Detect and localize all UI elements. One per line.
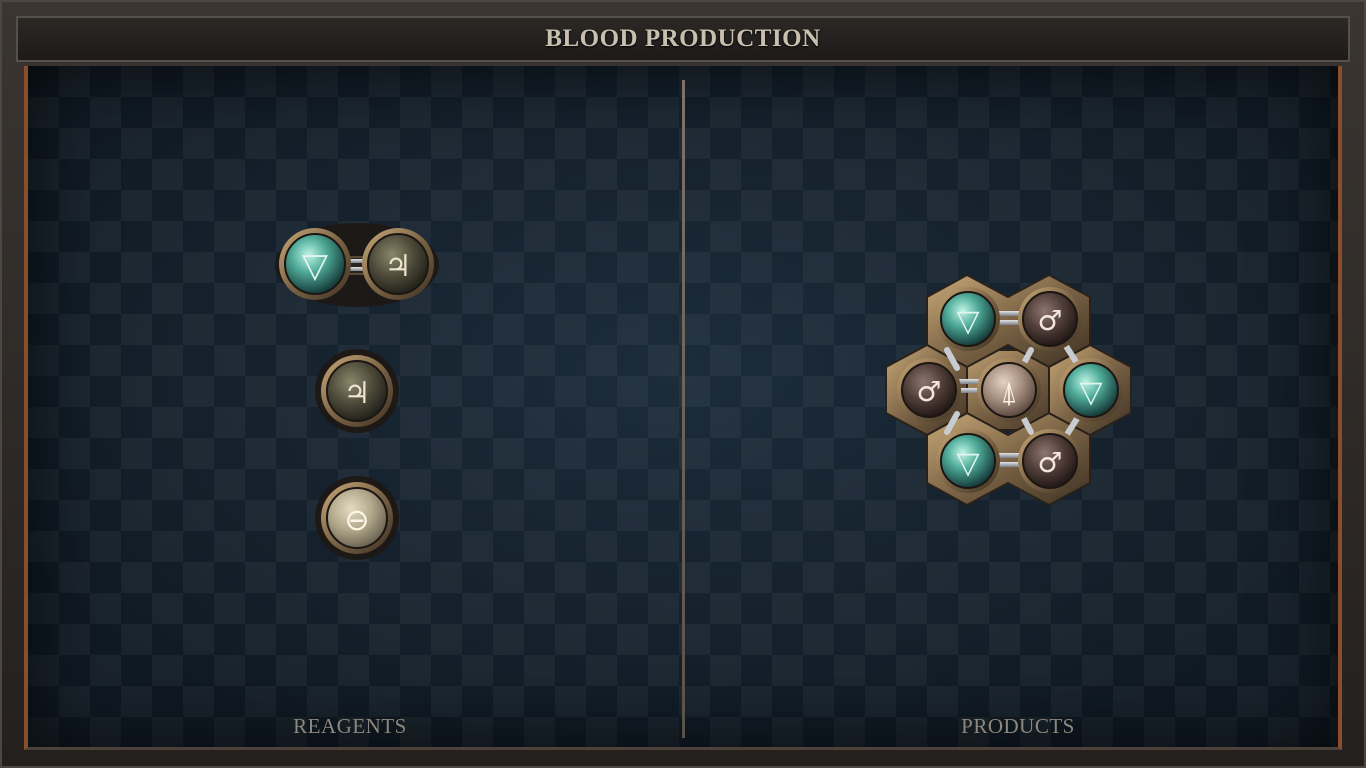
iron-mars-icon: ♂ — [916, 375, 941, 408]
water-triangle-icon: ▽ — [956, 446, 979, 481]
reagent-salt-molecule: ⊖ — [315, 476, 399, 560]
products-label: PRODUCTS — [961, 714, 1075, 738]
water-atom: ▽ — [279, 228, 351, 300]
salt-icon: ⊖ — [344, 503, 369, 538]
tin-atom: ♃ — [362, 228, 434, 300]
iron-mars-icon: ♂ — [1037, 446, 1062, 479]
water-triangle-icon: ▽ — [956, 304, 979, 339]
vitae-atom: ⍋ — [977, 358, 1041, 422]
water-triangle-icon: ▽ — [1079, 375, 1102, 410]
molecule-layer: ▽ ♃ ♃ ⊖ ⍋ ▽ ♂ ♂ ▽ ▽ ♂ — [275, 223, 1132, 560]
water-atom: ▽ — [1059, 358, 1123, 422]
product-blood-molecule: ⍋ ▽ ♂ ♂ ▽ ▽ ♂ — [885, 273, 1132, 507]
water-triangle-icon: ▽ — [302, 246, 329, 286]
iron-atom: ♂ — [897, 358, 961, 422]
reagent-tin-molecule: ♃ — [315, 349, 399, 433]
reagent-water-tin-molecule: ▽ ♃ — [275, 223, 439, 307]
iron-atom: ♂ — [1018, 287, 1082, 351]
iron-atom: ♂ — [1018, 429, 1082, 493]
tin-atom: ♃ — [321, 355, 393, 427]
salt-atom: ⊖ — [321, 482, 393, 554]
water-atom: ▽ — [936, 287, 1000, 351]
water-atom: ▽ — [936, 429, 1000, 493]
vitae-icon: ⍋ — [1000, 375, 1018, 410]
iron-mars-icon: ♂ — [1037, 304, 1062, 337]
tin-jupiter-icon: ♃ — [344, 376, 371, 411]
reagents-label: REAGENTS — [293, 714, 407, 738]
tin-jupiter-icon: ♃ — [385, 249, 412, 284]
